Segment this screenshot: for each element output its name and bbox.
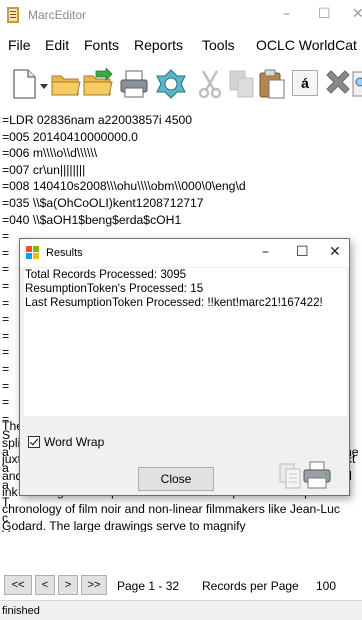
- special-char-icon[interactable]: á: [292, 70, 318, 96]
- open-folder-icon[interactable]: [50, 68, 82, 100]
- record-line: =007 cr\un||||||||: [2, 162, 86, 177]
- menu-bar: File Edit Fonts Reports Tools OCLC World…: [0, 34, 362, 56]
- print-results-icon[interactable]: [302, 461, 332, 489]
- close-window-button[interactable]: ✕: [352, 6, 362, 22]
- marceditor-app-icon: [7, 7, 19, 23]
- status-text: finished: [2, 605, 40, 617]
- record-line: =005 20140410000000.0: [2, 129, 138, 144]
- close-button[interactable]: Close: [138, 467, 214, 491]
- toolbar: á: [0, 62, 362, 106]
- dialog-close-x-button[interactable]: ✕: [329, 244, 341, 260]
- menu-tools[interactable]: Tools: [202, 37, 235, 53]
- minimize-button[interactable]: –: [283, 6, 290, 22]
- new-file-dropdown-icon[interactable]: [40, 84, 48, 90]
- maximize-button[interactable]: ☐: [318, 6, 331, 22]
- menu-fonts[interactable]: Fonts: [84, 37, 119, 53]
- record-line: =040 \\$aOH1$beng$erda$cOH1: [2, 212, 182, 227]
- records-per-page-label: Records per Page: [202, 579, 299, 593]
- copy-results-icon[interactable]: [279, 463, 301, 489]
- word-wrap-option[interactable]: Word Wrap: [28, 435, 104, 449]
- dialog-title: Results: [46, 247, 83, 259]
- results-window-icon: [26, 246, 39, 259]
- next-page-button[interactable]: >: [58, 575, 78, 595]
- valid-icon[interactable]: [155, 68, 187, 100]
- menu-reports[interactable]: Reports: [134, 37, 183, 53]
- last-page-button[interactable]: >>: [81, 575, 107, 595]
- word-wrap-label: Word Wrap: [44, 435, 105, 449]
- dialog-maximize-button[interactable]: ☐: [296, 244, 309, 260]
- cut-icon[interactable]: [194, 68, 226, 100]
- records-per-page-value[interactable]: 100: [316, 579, 336, 593]
- record-line: =035 \\$a(OhCoOLI)kent1208712717: [2, 195, 204, 210]
- page-indicator: Page 1 - 32: [117, 579, 180, 593]
- new-file-icon[interactable]: [8, 68, 40, 100]
- open-folder-green-icon[interactable]: [82, 68, 114, 100]
- dialog-minimize-button[interactable]: –: [262, 244, 269, 260]
- menu-edit[interactable]: Edit: [45, 37, 69, 53]
- prev-page-button[interactable]: <: [35, 575, 55, 595]
- status-bar: finished: [0, 600, 362, 620]
- results-textbox[interactable]: Total Records Processed: 3095 Resumption…: [24, 268, 347, 416]
- delete-icon[interactable]: [322, 68, 354, 100]
- main-titlebar: MarcEditor – ☐ ✕: [0, 0, 362, 30]
- dialog-titlebar: Results – ☐ ✕: [20, 239, 349, 267]
- word-wrap-checkbox[interactable]: [28, 436, 40, 448]
- first-page-button[interactable]: <<: [4, 575, 32, 595]
- menu-oclc-worldcat[interactable]: OCLC WorldCat: [256, 37, 357, 53]
- record-line: =008 140410s2008\\\ohu\\\\obm\\000\0\eng…: [2, 179, 246, 194]
- results-dialog: Results – ☐ ✕ Total Records Processed: 3…: [19, 238, 350, 496]
- record-line: =LDR 02836nam a22003857i 4500: [2, 113, 193, 127]
- pager: << < > >> Page 1 - 32 Records per Page 1…: [0, 572, 362, 598]
- menu-file[interactable]: File: [8, 37, 31, 53]
- record-line: =006 m\\\\o\\d\\\\\\: [2, 146, 98, 161]
- results-line: Last ResumptionToken Processed: !!kent!m…: [25, 296, 323, 310]
- print-icon[interactable]: [118, 68, 150, 100]
- paste-icon[interactable]: [256, 68, 288, 100]
- results-line: Total Records Processed: 3095: [25, 268, 187, 281]
- find-icon[interactable]: [352, 68, 362, 100]
- app-title: MarcEditor: [28, 8, 87, 22]
- results-line: ResumptionToken's Processed: 15: [25, 282, 204, 296]
- copy-icon[interactable]: [226, 68, 258, 100]
